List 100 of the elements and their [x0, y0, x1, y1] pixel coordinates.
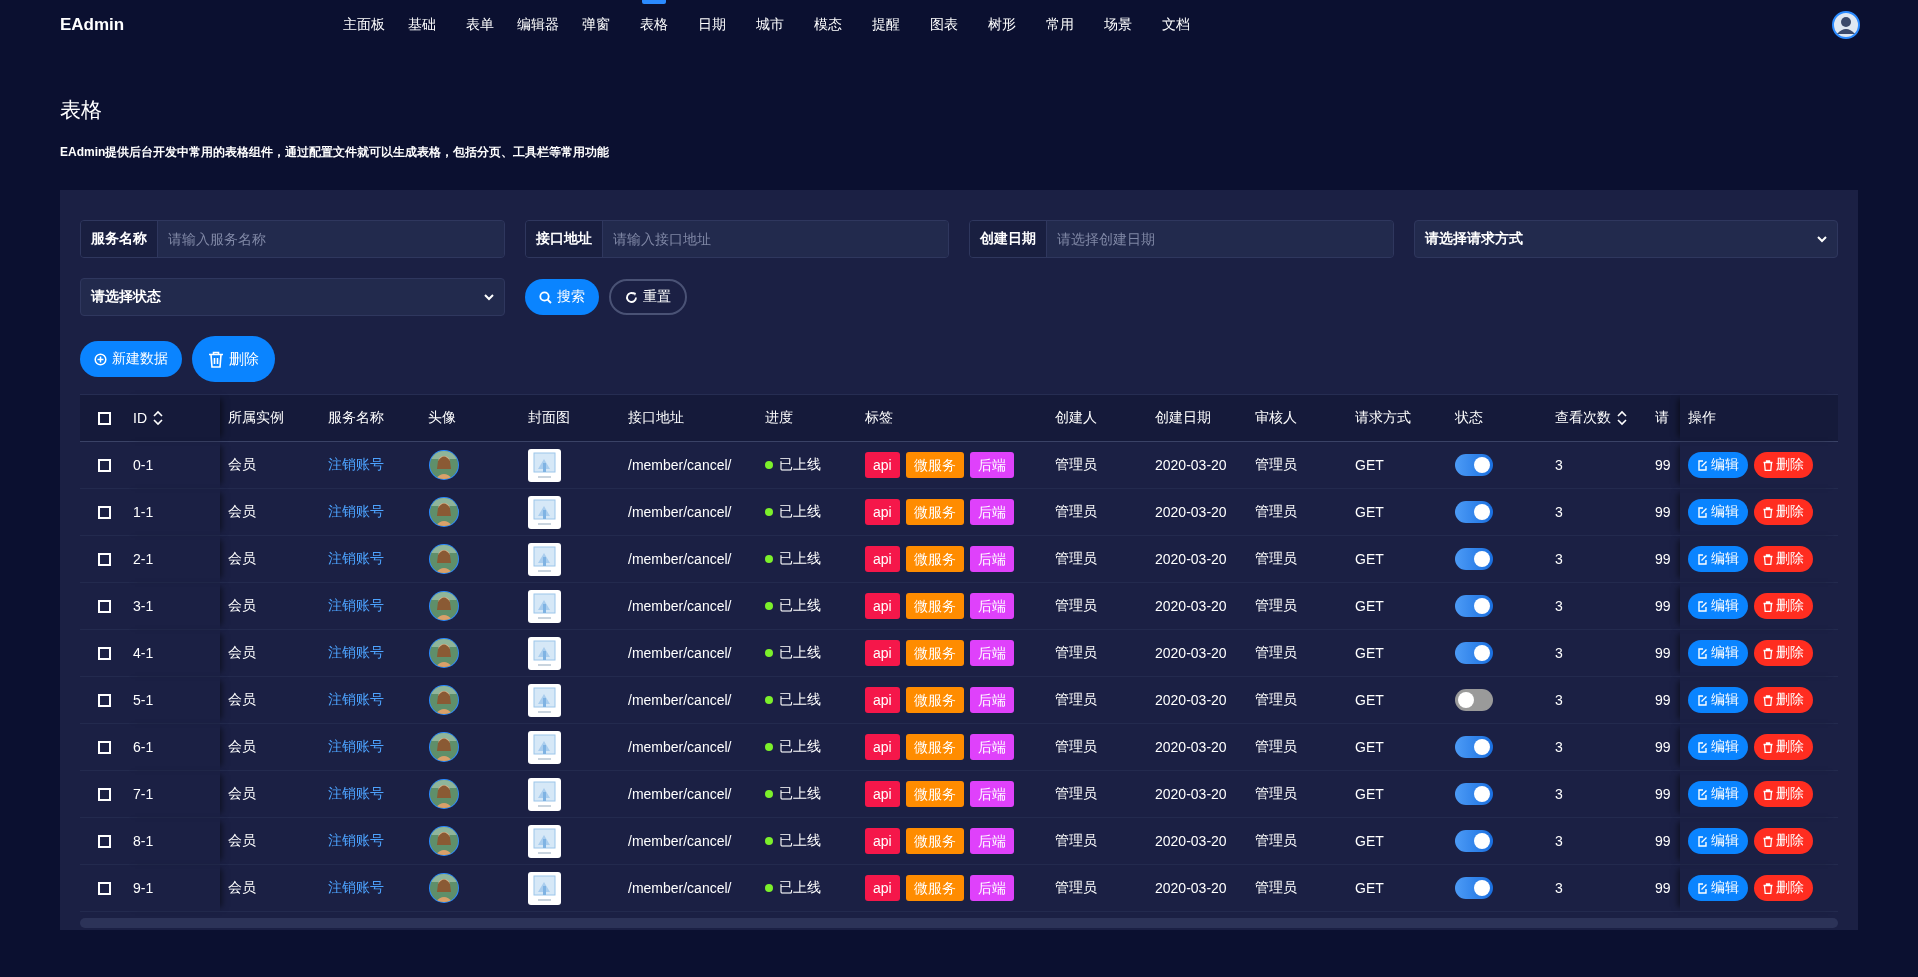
select-field[interactable]: 请选择状态: [80, 278, 505, 316]
nav-tab[interactable]: 编辑器: [509, 0, 567, 50]
edit-button[interactable]: 编辑: [1688, 546, 1748, 572]
table-cell: /member/cancel/: [628, 551, 732, 567]
edit-button[interactable]: 编辑: [1688, 687, 1748, 713]
trash-icon: [1763, 553, 1773, 565]
checkbox[interactable]: [98, 834, 111, 848]
delete-button[interactable]: 删除: [1754, 593, 1813, 619]
delete-button[interactable]: 删除: [1754, 452, 1813, 478]
sort-icon[interactable]: [153, 410, 163, 426]
link[interactable]: 注销账号: [328, 550, 384, 568]
trash-icon: [1763, 694, 1773, 706]
checkbox[interactable]: [98, 599, 111, 613]
nav-tab[interactable]: 主面板: [335, 0, 393, 50]
toggle-switch[interactable]: [1455, 501, 1493, 523]
edit-button[interactable]: 编辑: [1688, 640, 1748, 666]
table-cell: 管理员: [1055, 503, 1097, 521]
link[interactable]: 注销账号: [328, 597, 384, 615]
toggle-switch[interactable]: [1455, 830, 1493, 852]
delete-button[interactable]: 删除: [1754, 499, 1813, 525]
select-field[interactable]: 请选择请求方式: [1413, 220, 1838, 258]
table-cell: GET: [1355, 598, 1384, 614]
toggle-switch[interactable]: [1455, 689, 1493, 711]
edit-button[interactable]: 编辑: [1688, 734, 1748, 760]
column-header: ID: [133, 410, 147, 426]
nav-tab[interactable]: 基础: [393, 0, 451, 50]
link[interactable]: 注销账号: [328, 691, 384, 709]
table-cell: 2020-03-20: [1155, 833, 1227, 849]
nav-tab[interactable]: 常用: [1031, 0, 1089, 50]
nav-tab[interactable]: 文档: [1147, 0, 1205, 50]
add-button[interactable]: 新建数据: [80, 341, 182, 377]
nav-tab[interactable]: 树形: [973, 0, 1031, 50]
checkbox[interactable]: [98, 505, 111, 519]
checkbox[interactable]: [98, 552, 111, 566]
tag: api: [865, 687, 900, 713]
toggle-switch[interactable]: [1455, 595, 1493, 617]
toggle-switch[interactable]: [1455, 736, 1493, 758]
table-cell: 管理员: [1255, 597, 1297, 615]
nav-tab[interactable]: 表单: [451, 0, 509, 50]
link[interactable]: 注销账号: [328, 879, 384, 897]
tag: 微服务: [905, 452, 964, 478]
checkbox[interactable]: [98, 411, 111, 425]
delete-button[interactable]: 删除: [1754, 640, 1813, 666]
trash-icon: [1763, 788, 1773, 800]
checkbox[interactable]: [98, 646, 111, 660]
checkbox[interactable]: [98, 740, 111, 754]
delete-button[interactable]: 删除: [1754, 781, 1813, 807]
toggle-switch[interactable]: [1455, 548, 1493, 570]
edit-button[interactable]: 编辑: [1688, 781, 1748, 807]
table-cell: 99: [1655, 786, 1671, 802]
delete-button[interactable]: 删除: [1754, 828, 1813, 854]
table-cell: 2020-03-20: [1155, 786, 1227, 802]
toggle-switch[interactable]: [1455, 783, 1493, 805]
nav-tab[interactable]: 日期: [683, 0, 741, 50]
edit-button[interactable]: 编辑: [1688, 593, 1748, 619]
link[interactable]: 注销账号: [328, 644, 384, 662]
search-button[interactable]: 搜索: [524, 279, 599, 315]
nav-tab[interactable]: 场景: [1089, 0, 1147, 50]
edit-button[interactable]: 编辑: [1688, 875, 1748, 901]
table-cell: 2020-03-20: [1155, 504, 1227, 520]
link[interactable]: 注销账号: [328, 738, 384, 756]
search-field[interactable]: 创建日期 请选择创建日期: [969, 220, 1394, 258]
search-field[interactable]: 服务名称 请输入服务名称: [80, 220, 505, 258]
edit-button[interactable]: 编辑: [1688, 452, 1748, 478]
link[interactable]: 注销账号: [328, 785, 384, 803]
toggle-switch[interactable]: [1455, 454, 1493, 476]
reset-button[interactable]: 重置: [608, 279, 687, 315]
table-cell: 管理员: [1055, 738, 1097, 756]
nav-tab[interactable]: 图表: [915, 0, 973, 50]
nav-tab[interactable]: 城市: [741, 0, 799, 50]
edit-button[interactable]: 编辑: [1688, 499, 1748, 525]
nav-tab[interactable]: 表格: [625, 0, 683, 50]
refresh-icon: [624, 290, 638, 304]
avatar-icon[interactable]: [1832, 11, 1860, 39]
toggle-switch[interactable]: [1455, 877, 1493, 899]
delete-button[interactable]: 删除: [1754, 875, 1813, 901]
delete-button[interactable]: 删除: [1754, 734, 1813, 760]
sort-icon[interactable]: [1617, 410, 1627, 426]
brand-logo[interactable]: EAdmin: [60, 15, 335, 35]
delete-button[interactable]: 删除: [192, 336, 275, 382]
link[interactable]: 注销账号: [328, 503, 384, 521]
checkbox[interactable]: [98, 693, 111, 707]
nav-tab[interactable]: 模态: [799, 0, 857, 50]
trash-icon: [1763, 835, 1773, 847]
delete-button[interactable]: 删除: [1754, 546, 1813, 572]
nav-tab[interactable]: 弹窗: [567, 0, 625, 50]
tag: 后端: [969, 687, 1014, 713]
nav-tab[interactable]: 提醒: [857, 0, 915, 50]
row-id: 7-1: [133, 786, 154, 802]
checkbox[interactable]: [98, 458, 111, 472]
checkbox[interactable]: [98, 881, 111, 895]
link[interactable]: 注销账号: [328, 456, 384, 474]
chevron-down-icon: [1817, 235, 1827, 243]
edit-button[interactable]: 编辑: [1688, 828, 1748, 854]
link[interactable]: 注销账号: [328, 832, 384, 850]
toggle-switch[interactable]: [1455, 642, 1493, 664]
search-field[interactable]: 接口地址 请输入接口地址: [524, 220, 949, 258]
checkbox[interactable]: [98, 787, 111, 801]
table-cell: 管理员: [1255, 644, 1297, 662]
delete-button[interactable]: 删除: [1754, 687, 1813, 713]
